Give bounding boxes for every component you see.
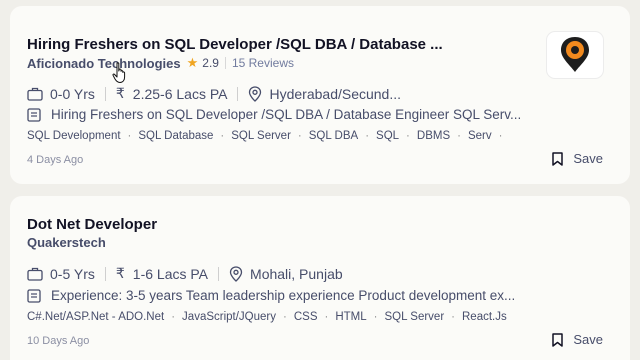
star-icon: ★	[186, 55, 199, 70]
tag-separator: ·	[283, 311, 287, 323]
tag-separator: ·	[406, 130, 410, 142]
job-description: Hiring Freshers on SQL Developer /SQL DB…	[27, 107, 612, 122]
salary-value: 1-6 Lacs PA	[132, 265, 209, 282]
tag[interactable]: SQL Database	[138, 130, 213, 142]
salary: ₹ 2.25-6 Lacs PA	[116, 85, 228, 102]
tag[interactable]: SQL Server	[231, 130, 291, 142]
bookmark-icon	[552, 332, 564, 347]
divider	[224, 57, 226, 69]
posted-date: 4 Days Ago	[27, 154, 84, 166]
tag[interactable]: CSS	[294, 311, 318, 323]
briefcase-icon	[27, 87, 43, 101]
tag[interactable]: DBMS	[417, 130, 450, 142]
divider	[104, 86, 106, 101]
experience-value: 0-5 Yrs	[50, 265, 95, 282]
tag-separator: ·	[457, 130, 461, 142]
tag-separator: ·	[373, 311, 378, 323]
company-reviews[interactable]: 15 Reviews	[232, 56, 294, 70]
save-label: Save	[573, 151, 603, 166]
tag[interactable]: Serv	[468, 130, 492, 142]
save-button[interactable]: Save	[552, 151, 603, 166]
tag[interactable]: SQL Server	[385, 311, 445, 323]
tag-separator: ·	[451, 311, 455, 323]
rupee-icon: ₹	[115, 265, 125, 281]
job-meta: 0-5 Yrs ₹ 1-6 Lacs PA Mohali, Punjab	[27, 265, 343, 282]
hand-pointer-icon	[112, 62, 126, 83]
company-row: Aficionado Technologies ★ 2.9 15 Reviews	[27, 55, 294, 71]
tag[interactable]: SQL DBA	[309, 130, 358, 142]
salary: ₹ 1-6 Lacs PA	[116, 265, 208, 282]
experience: 0-5 Yrs	[27, 266, 95, 282]
location-pin-icon	[249, 85, 262, 102]
job-meta: 0-0 Yrs ₹ 2.25-6 Lacs PA Hyderabad/Secun…	[27, 85, 401, 102]
job-card[interactable]: Dot Net Developer Quakerstech 0-5 Yrs ₹ …	[10, 196, 630, 360]
company-logo[interactable]	[547, 32, 603, 78]
location: Hyderabad/Secund...	[248, 86, 401, 102]
tag[interactable]: C#.Net/ASP.Net - ADO.Net	[27, 311, 164, 323]
posted-date: 10 Days Ago	[27, 335, 90, 347]
company-row: Quakerstech	[27, 235, 106, 250]
description-text: Hiring Freshers on SQL Developer /SQL DB…	[51, 107, 522, 122]
document-icon	[27, 107, 41, 122]
tag-separator: ·	[365, 130, 370, 142]
tag-separator: ·	[171, 311, 176, 323]
bookmark-icon	[552, 151, 564, 166]
salary-value: 2.25-6 Lacs PA	[132, 85, 228, 102]
document-icon	[27, 288, 41, 303]
divider	[237, 86, 239, 101]
briefcase-icon	[27, 267, 43, 281]
location: Mohali, Punjab	[229, 266, 343, 282]
tag-separator: ·	[297, 130, 302, 142]
job-description: Experience: 3-5 years Team leadership ex…	[27, 288, 612, 303]
rupee-icon: ₹	[115, 85, 125, 101]
save-label: Save	[573, 332, 603, 347]
tag[interactable]: SQL Development	[27, 130, 121, 142]
experience-value: 0-0 Yrs	[50, 85, 95, 102]
company-name[interactable]: Aficionado Technologies	[27, 56, 181, 71]
company-name[interactable]: Quakerstech	[27, 235, 106, 250]
skill-tags: C#.Net/ASP.Net - ADO.Net · JavaScript/JQu…	[27, 311, 610, 323]
job-card[interactable]: Hiring Freshers on SQL Developer /SQL DB…	[10, 6, 630, 184]
location-value[interactable]: Hyderabad/Secund...	[269, 86, 401, 102]
location-value[interactable]: Mohali, Punjab	[250, 266, 343, 282]
tag[interactable]: HTML	[335, 311, 366, 323]
experience: 0-0 Yrs	[27, 86, 95, 102]
tag[interactable]: JavaScript/JQuery	[182, 311, 276, 323]
skill-tags: SQL Development · SQL Database · SQL Serve…	[27, 130, 590, 142]
divider	[104, 266, 106, 281]
tag[interactable]: SQL	[376, 130, 399, 142]
tag-separator: ·	[220, 130, 225, 142]
tag-separator: ·	[127, 130, 132, 142]
divider	[218, 266, 220, 281]
tag[interactable]: React.Js	[462, 311, 507, 323]
save-button[interactable]: Save	[552, 332, 603, 347]
description-text: Experience: 3-5 years Team leadership ex…	[51, 288, 516, 303]
job-title[interactable]: Dot Net Developer	[27, 216, 157, 233]
job-title[interactable]: Hiring Freshers on SQL Developer /SQL DB…	[27, 36, 443, 53]
tag-separator: ·	[498, 130, 503, 142]
map-pin-logo-icon	[561, 37, 589, 72]
company-rating: 2.9	[202, 56, 219, 70]
location-pin-icon	[229, 265, 243, 282]
tag-separator: ·	[324, 311, 329, 323]
